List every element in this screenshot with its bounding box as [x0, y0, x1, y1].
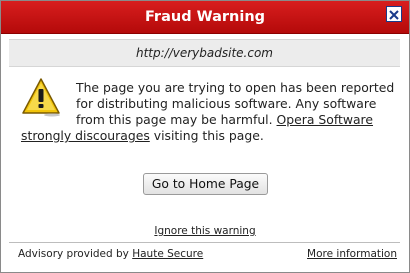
- ignore-warning-link[interactable]: Ignore this warning: [1, 225, 409, 237]
- haute-secure-link[interactable]: Haute Secure: [132, 248, 203, 260]
- title-bar: Fraud Warning: [1, 1, 409, 34]
- dialog-title: Fraud Warning: [144, 9, 266, 25]
- footer-divider: [9, 242, 400, 243]
- go-to-home-page-button[interactable]: Go to Home Page: [143, 173, 268, 195]
- close-icon[interactable]: [386, 6, 402, 22]
- message-tail: visiting this page.: [153, 128, 264, 143]
- fraud-warning-dialog: Fraud Warning http://verybadsite.com The…: [0, 0, 410, 273]
- advisory-prefix: Advisory provided by: [18, 248, 129, 260]
- blocked-url: http://verybadsite.com: [9, 39, 400, 67]
- advisory-credit: Advisory provided by Haute Secure: [18, 248, 203, 260]
- warning-message: The page you are trying to open has been…: [21, 80, 396, 144]
- more-information-link[interactable]: More information: [307, 248, 397, 260]
